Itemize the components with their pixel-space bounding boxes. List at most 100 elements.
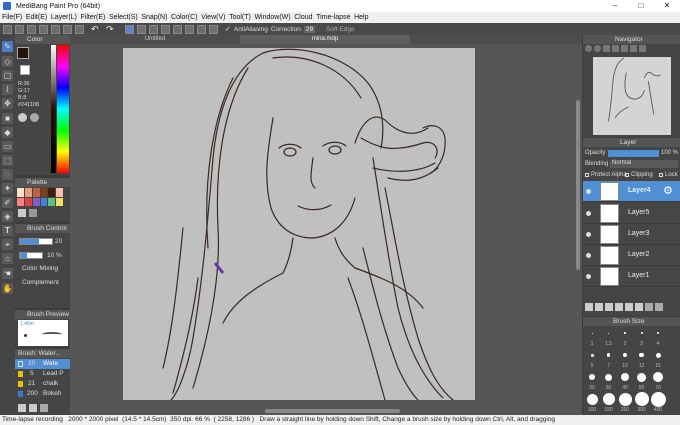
maximize-button[interactable]: □ (628, 0, 654, 12)
brush-size-dot[interactable] (634, 392, 649, 406)
correction-field[interactable]: 29 (303, 25, 316, 33)
color-add-icon[interactable] (30, 113, 39, 122)
fill-tool-icon[interactable]: ◆ (2, 127, 13, 138)
navigator-preview[interactable] (593, 57, 671, 135)
clipping-label[interactable]: Clipping (631, 172, 653, 178)
hand-tool-icon[interactable]: ☚ (2, 268, 13, 279)
brush-size-dot[interactable] (637, 372, 646, 382)
delete-layer-icon[interactable] (645, 303, 653, 311)
canvas-vertical-scrollbar[interactable] (576, 100, 580, 270)
menu-timelapse[interactable]: Time-lapse (316, 14, 350, 21)
menu-snap[interactable]: Snap(N) (141, 14, 167, 21)
undo-icon[interactable]: ↶ (91, 24, 103, 34)
tab-mina[interactable]: mina.mdp (240, 35, 410, 44)
brush-size-dot[interactable] (621, 373, 629, 381)
shape-tool-icon[interactable]: ■ (2, 113, 13, 124)
new-file-icon[interactable] (3, 24, 12, 34)
flip-icon[interactable] (639, 45, 646, 52)
brush-size-dot[interactable] (602, 393, 615, 405)
dot-tool-icon[interactable]: ▢ (2, 70, 13, 81)
cloud-icon[interactable] (27, 24, 36, 34)
canvas-horizontal-scrollbar[interactable] (265, 409, 400, 413)
palette-swatch[interactable] (32, 188, 40, 197)
layer-settings-icon[interactable]: ⚙ (663, 184, 673, 197)
soft-edge-label[interactable]: Soft Edge (326, 26, 355, 33)
palette-delete-icon[interactable] (29, 209, 37, 217)
merge-layer-icon[interactable] (625, 303, 633, 311)
brush-size-dot[interactable] (589, 374, 595, 380)
menu-cloud[interactable]: Cloud (294, 14, 312, 21)
visibility-icon[interactable] (586, 274, 591, 279)
palette-swatch[interactable] (40, 197, 48, 206)
duplicate-layer-icon[interactable] (635, 303, 643, 311)
complement-label[interactable]: Complement (22, 279, 59, 286)
brush-size-slider[interactable] (19, 238, 53, 245)
zoom-in-icon[interactable] (585, 45, 592, 52)
brush-size-dot[interactable] (608, 332, 609, 334)
lock-checkbox[interactable] (659, 173, 663, 177)
menu-window[interactable]: Window(W) (254, 14, 290, 21)
brush-settings-icon[interactable] (29, 404, 37, 412)
palette-swatch[interactable] (56, 197, 63, 206)
move-tool-icon[interactable]: ✥ (2, 98, 13, 109)
blending-select[interactable]: Normal (610, 160, 678, 168)
zoom-fit-icon[interactable] (603, 45, 610, 52)
layer-row-layer2[interactable]: Layer2 (583, 245, 680, 266)
eraser-tool-icon[interactable]: ◇ (2, 56, 13, 67)
brush-size-dot[interactable] (639, 352, 644, 358)
menu-filter[interactable]: Filter(E) (80, 14, 105, 21)
palette-swatch[interactable] (24, 188, 32, 197)
layer-row-layer3[interactable]: Layer3 (583, 224, 680, 245)
color-picker-spectrum[interactable] (57, 45, 69, 173)
redo-icon[interactable]: ↷ (106, 24, 118, 34)
visibility-icon[interactable] (586, 232, 591, 237)
palette-swatch[interactable] (17, 188, 24, 197)
snap-cross-icon[interactable] (149, 24, 158, 34)
lasso-tool-icon[interactable]: ◌ (2, 169, 13, 180)
menu-select[interactable]: Select(S) (109, 14, 138, 21)
palette-swatch[interactable] (32, 197, 40, 206)
layer-row-layer1[interactable]: Layer1 (583, 266, 680, 287)
menu-edit[interactable]: Edit(E) (26, 14, 47, 21)
brush-tool-icon[interactable]: ✎ (2, 41, 13, 52)
snap-icon[interactable] (63, 24, 72, 34)
eyedropper-icon[interactable]: ⌂ (2, 253, 13, 264)
select-line-icon[interactable]: ⌇ (2, 84, 13, 95)
brush-size-dot[interactable] (618, 392, 632, 406)
zoom-out-icon[interactable] (594, 45, 601, 52)
minimize-button[interactable]: – (602, 0, 628, 12)
lock-label[interactable]: Lock (665, 172, 678, 178)
menu-view[interactable]: View(V) (201, 14, 225, 21)
brush-size-dot[interactable] (605, 373, 612, 381)
brush-size-dot[interactable] (655, 352, 661, 358)
brush-size-dot[interactable] (590, 353, 594, 357)
color-wheel-icon[interactable] (18, 113, 27, 122)
close-button[interactable]: ✕ (654, 0, 680, 12)
color-mixing-label[interactable]: Color Mixing (22, 265, 58, 272)
snap-off-icon[interactable] (125, 24, 134, 34)
brush-opacity-slider[interactable] (19, 252, 43, 259)
layer-row-layer5[interactable]: Layer5 (583, 203, 680, 224)
magic-wand-icon[interactable]: ✦ (2, 183, 13, 194)
brush-size-dot[interactable] (650, 391, 666, 407)
brush-list-item[interactable]: 20 Wate (15, 359, 70, 369)
settings-icon[interactable] (75, 24, 84, 34)
palette-swatch[interactable] (48, 188, 56, 197)
menu-help[interactable]: Help (354, 14, 368, 21)
layer-opacity-slider[interactable] (608, 150, 659, 157)
visibility-icon[interactable] (586, 189, 591, 194)
palette-swatch[interactable] (48, 197, 56, 206)
brush-size-dot[interactable] (591, 332, 593, 334)
layer-property-icon[interactable] (655, 303, 663, 311)
snap-radial-icon[interactable] (173, 24, 182, 34)
layer-row-layer4[interactable]: Layer4 ⚙ (583, 181, 680, 202)
brush-add-icon[interactable] (18, 404, 26, 412)
brush-size-dot[interactable] (586, 393, 598, 405)
protect-alpha-label[interactable]: Protect Alpha (591, 172, 627, 178)
select-tool-icon[interactable]: ⬚ (2, 155, 13, 166)
snap-curve-icon[interactable] (197, 24, 206, 34)
antialiasing-check[interactable]: ✓ (225, 25, 231, 33)
palette-add-icon[interactable] (18, 209, 26, 217)
menu-color[interactable]: Color(C) (171, 14, 197, 21)
palette-swatch[interactable] (17, 197, 24, 206)
